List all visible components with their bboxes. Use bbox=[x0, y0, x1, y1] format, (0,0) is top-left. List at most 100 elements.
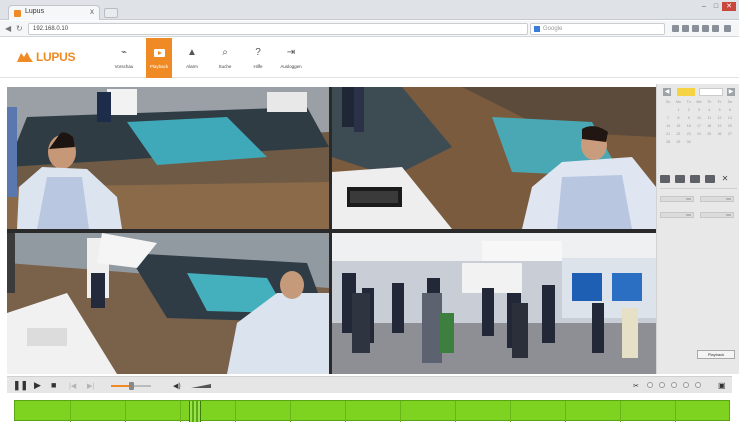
calendar-day[interactable]: 7 bbox=[663, 115, 673, 121]
calendar-day[interactable]: 15 bbox=[673, 123, 683, 129]
channel-indicator-icon[interactable] bbox=[671, 382, 677, 388]
layout-4-icon[interactable] bbox=[675, 175, 685, 183]
calendar-day[interactable]: 20 bbox=[725, 123, 735, 129]
nav-hilfe[interactable]: ? Hilfe bbox=[245, 38, 271, 78]
calendar-day[interactable]: 25 bbox=[704, 131, 714, 137]
channel-select-2[interactable] bbox=[700, 196, 734, 202]
new-tab-button[interactable] bbox=[104, 8, 118, 18]
calendar-day[interactable]: 28 bbox=[663, 139, 673, 145]
recording-timeline[interactable] bbox=[14, 400, 730, 422]
calendar-day[interactable]: 9 bbox=[684, 115, 694, 121]
extension-icon[interactable] bbox=[712, 25, 719, 32]
speed-slider-handle[interactable] bbox=[129, 382, 134, 390]
bookmark-icon[interactable] bbox=[682, 25, 689, 32]
calendar-day[interactable]: 29 bbox=[673, 139, 683, 145]
channel-indicator-icon[interactable] bbox=[659, 382, 665, 388]
app-logo[interactable]: LUPUS bbox=[36, 50, 75, 64]
calendar-day[interactable]: 10 bbox=[694, 115, 704, 121]
timeline-cursor[interactable] bbox=[189, 401, 201, 422]
calendar-day[interactable]: 17 bbox=[694, 123, 704, 129]
calendar-day[interactable]: 24 bbox=[694, 131, 704, 137]
camera-feed-1[interactable] bbox=[7, 87, 329, 229]
calendar-day[interactable]: 2 bbox=[684, 107, 694, 113]
layout-9-icon[interactable] bbox=[690, 175, 700, 183]
next-frame-button[interactable]: ▶| bbox=[87, 380, 94, 393]
layout-16-icon[interactable] bbox=[705, 175, 715, 183]
lupus-wolf-icon bbox=[17, 52, 33, 62]
nav-label: Vorschau bbox=[114, 64, 134, 69]
browser-search-input[interactable]: Google bbox=[530, 23, 665, 35]
window-minimize-button[interactable]: – bbox=[699, 2, 709, 11]
address-text: 192.168.0.10 bbox=[33, 26, 69, 32]
calendar-day[interactable]: 26 bbox=[714, 131, 724, 137]
calendar-day[interactable]: 13 bbox=[725, 115, 735, 121]
calendar-day[interactable]: Fr bbox=[714, 99, 724, 105]
star-icon[interactable] bbox=[672, 25, 679, 32]
calendar-day[interactable]: We bbox=[694, 99, 704, 105]
calendar-day[interactable]: Tu bbox=[684, 99, 694, 105]
channel-indicator-icon[interactable] bbox=[647, 382, 653, 388]
calendar-day[interactable]: 1 bbox=[673, 107, 683, 113]
calendar-prev-icon[interactable]: ◀ bbox=[663, 88, 671, 96]
calendar-day[interactable]: Mo bbox=[673, 99, 683, 105]
calendar-year-select[interactable] bbox=[699, 88, 723, 96]
download-icon[interactable] bbox=[692, 25, 699, 32]
volume-icon[interactable]: ◀) bbox=[173, 380, 181, 393]
calendar-next-icon[interactable]: ▶ bbox=[727, 88, 735, 96]
menu-icon[interactable] bbox=[724, 25, 731, 32]
window-close-button[interactable]: ✕ bbox=[722, 2, 736, 11]
stop-button[interactable]: ■ bbox=[51, 379, 56, 392]
home-icon[interactable] bbox=[702, 25, 709, 32]
tab-close-icon[interactable]: x bbox=[90, 7, 94, 16]
nav-suche[interactable]: ⌕ Suche bbox=[212, 38, 238, 78]
calendar-day[interactable]: 19 bbox=[714, 123, 724, 129]
channel-select-1[interactable] bbox=[660, 196, 694, 202]
address-bar[interactable]: 192.168.0.10 bbox=[28, 23, 528, 35]
calendar-day[interactable]: 4 bbox=[704, 107, 714, 113]
calendar-day[interactable]: 14 bbox=[663, 123, 673, 129]
channel-indicator-icon[interactable] bbox=[683, 382, 689, 388]
pause-button[interactable]: ❚❚ bbox=[13, 379, 28, 392]
layout-1-icon[interactable] bbox=[660, 175, 670, 183]
speed-slider[interactable] bbox=[111, 382, 151, 390]
camera-feed-2[interactable] bbox=[332, 87, 656, 229]
clip-cut-icon[interactable]: ✂ bbox=[633, 380, 639, 393]
calendar-day[interactable]: Su bbox=[663, 99, 673, 105]
calendar-day[interactable]: 21 bbox=[663, 131, 673, 137]
window-maximize-button[interactable]: □ bbox=[711, 2, 721, 11]
prev-frame-button[interactable]: |◀ bbox=[69, 380, 76, 393]
play-button[interactable]: ▶ bbox=[34, 379, 41, 392]
calendar-day[interactable]: 23 bbox=[684, 131, 694, 137]
calendar-day[interactable]: 18 bbox=[704, 123, 714, 129]
nav-alarm[interactable]: ▲ Alarm bbox=[179, 38, 205, 78]
channel-indicator-icon[interactable] bbox=[695, 382, 701, 388]
calendar-day[interactable]: 8 bbox=[673, 115, 683, 121]
reload-icon[interactable]: ↻ bbox=[16, 24, 23, 34]
calendar-day[interactable]: 30 bbox=[684, 139, 694, 145]
calendar-day[interactable]: 22 bbox=[673, 131, 683, 137]
calendar-day[interactable]: 12 bbox=[714, 115, 724, 121]
calendar-day[interactable]: Sa bbox=[725, 99, 735, 105]
calendar-day[interactable]: 11 bbox=[704, 115, 714, 121]
camera-feed-3[interactable] bbox=[7, 233, 329, 374]
nav-vorschau[interactable]: ⌁ Vorschau bbox=[111, 38, 137, 78]
volume-slider[interactable] bbox=[191, 384, 211, 388]
timeline-tick bbox=[565, 401, 566, 422]
camera-feed-4[interactable] bbox=[332, 233, 656, 374]
back-arrow-icon[interactable]: ◀ bbox=[5, 24, 11, 34]
calendar-day[interactable]: Th bbox=[704, 99, 714, 105]
calendar-month-select[interactable] bbox=[677, 88, 695, 96]
calendar-day[interactable]: 3 bbox=[694, 107, 704, 113]
channel-select-3[interactable] bbox=[660, 212, 694, 218]
calendar-day[interactable]: 27 bbox=[725, 131, 735, 137]
browser-tab[interactable]: Lupus x bbox=[8, 5, 100, 20]
calendar-day[interactable]: 16 bbox=[684, 123, 694, 129]
calendar-day[interactable]: 6 bbox=[725, 107, 735, 113]
save-icon[interactable]: ▣ bbox=[718, 379, 726, 392]
calendar-day[interactable]: 5 bbox=[714, 107, 724, 113]
fullscreen-icon[interactable]: ✕ bbox=[720, 175, 730, 183]
nav-playback[interactable]: Playback bbox=[146, 38, 172, 78]
nav-ausloggen[interactable]: ⇥ Ausloggen bbox=[278, 38, 304, 78]
playback-button[interactable]: Playback bbox=[697, 350, 735, 359]
channel-select-4[interactable] bbox=[700, 212, 734, 218]
